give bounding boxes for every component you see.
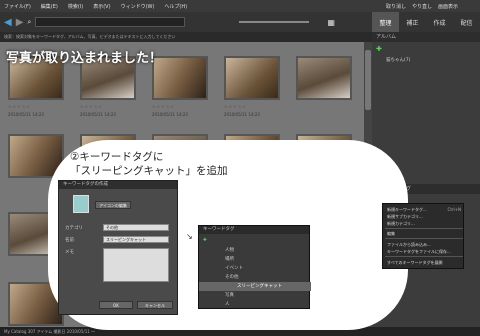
menu-expand-all[interactable]: すべてのキーワードタグを展開 [383,259,465,266]
kw-row-photo[interactable]: 写真 [199,291,311,300]
dialog-title: キーワードタグの作成 [59,181,177,189]
callout-text: ②キーワードタグに 「スリーピングキャット」を追加 [70,150,228,178]
kw-row-person[interactable]: 人 [199,300,311,309]
import-banner: 写真が取り込まれました！ [6,51,163,66]
menu-new-keyword[interactable]: 新規キーワードタグ... Ctrl+N [383,206,465,213]
search-field[interactable] [35,17,186,27]
menu-help[interactable]: ヘルプ(H) [164,3,187,10]
cancel-button[interactable]: キャンセル [137,301,173,309]
rating-stars[interactable]: ☆☆☆☆☆ [224,104,247,109]
rating-stars[interactable]: ☆☆☆☆☆ [8,104,31,109]
album-header[interactable]: アルバム [372,32,480,42]
photo-date: 2010/05/11 14:23 [152,112,188,117]
note-label: メモ [65,250,74,255]
kw-row-other[interactable]: その他 [199,273,311,282]
create-keyword-dialog: キーワードタグの作成 アイコンの編集 カテゴリ その他 名前 スリーピングキャッ… [58,180,178,315]
tag-icon-preview [73,195,89,213]
redo-button[interactable]: やり直し [412,3,432,10]
menu-separator [385,238,463,239]
panel-tabs: 整理 補正 作成 配信 [372,12,480,32]
add-icon[interactable]: ✚ [203,238,207,243]
photo-thumbnail[interactable] [296,56,352,100]
kw-row-places[interactable]: 場所 [199,255,311,264]
category-label: カテゴリ [65,226,83,231]
menu-save-to-file[interactable]: キーワードタグをファイルに保存... [383,248,465,255]
category-select[interactable]: その他 [103,224,169,231]
tab-organize[interactable]: 整理 [372,12,399,32]
menu-file[interactable]: ファイル(F) [4,3,31,10]
zoom-slider[interactable] [239,21,310,23]
name-label: 名前 [65,238,74,243]
search-hint: 検索：検索対象をキーワードタグ、アルバム、写真、ビデオまたはテキストに入力してく… [0,32,372,42]
edit-icon-button[interactable]: アイコンの編集 [95,201,131,209]
photo-thumbnail[interactable] [224,56,280,100]
keyword-context-menu: 新規キーワードタグ... Ctrl+N 新規サブカテゴリ... 新規カテゴリ...… [382,203,464,269]
keyword-tags-panel: キーワードタグ ✚ 人物 場所 イベント その他 スリーピングキャット 写真 人 [198,225,311,309]
scrollbar-thumb[interactable] [365,50,371,110]
menubar: ファイル(F) 編集(E) 検索(I) 表示(V) ウィンドウ(W) ヘルプ(H… [0,0,480,12]
tab-create[interactable]: 作成 [426,12,453,32]
menu-new-subcategory[interactable]: 新規サブカテゴリ... [383,213,465,220]
tab-fix[interactable]: 補正 [399,12,426,32]
ok-button[interactable]: OK [99,301,133,309]
undo-button[interactable]: 取り消し [386,3,406,10]
kw-row-events[interactable]: イベント [199,264,311,273]
menu-view[interactable]: 表示(V) [93,3,110,10]
menu-window[interactable]: ウィンドウ(W) [121,3,155,10]
display-button[interactable]: 画面表示 [438,3,458,10]
kw-row-sleeping-cat[interactable]: スリーピングキャット [199,282,311,291]
rating-stars[interactable]: ☆☆☆☆☆ [152,104,175,109]
photo-date: 2010/05/11 14:23 [80,112,116,117]
name-input[interactable]: スリーピングキャット [103,236,169,243]
menu-separator [385,228,463,229]
kw-panel-title: キーワードタグ [199,226,309,234]
menu-separator [385,256,463,257]
callout-line-1: ②キーワードタグに [70,151,164,163]
add-icon[interactable]: ✚ [372,44,480,54]
toolbar: ◀ ▶ ⌕ ▦ [0,12,372,32]
forward-icon[interactable]: ▶ [16,17,24,28]
rating-stars[interactable]: ☆☆☆☆☆ [80,104,103,109]
photo-date: 2010/05/11 14:23 [224,112,260,117]
menu-new-category[interactable]: 新規カテゴリ... [383,220,465,227]
album-item[interactable]: 猫ちゃん(7) [372,56,480,66]
callout-line-2: 「スリーピングキャット」を追加 [70,165,228,177]
search-icon[interactable]: ⌕ [27,18,31,27]
tab-share[interactable]: 配信 [453,12,480,32]
menu-edit[interactable]: 編集 [383,230,465,237]
photo-date: 2010/05/11 14:23 [8,112,44,117]
menu-search[interactable]: 検索(I) [68,3,83,10]
kw-row-people[interactable]: 人物 [199,246,311,255]
menu-import[interactable]: ファイルから読み込み... [383,241,465,248]
kw-toolbar: ✚ [199,236,311,245]
menu-edit[interactable]: 編集(E) [41,3,58,10]
grid-icon[interactable]: ▦ [327,18,335,27]
arrow-icon: ↘ [186,232,193,241]
back-icon[interactable]: ◀ [4,17,12,28]
note-textarea[interactable] [103,248,169,282]
